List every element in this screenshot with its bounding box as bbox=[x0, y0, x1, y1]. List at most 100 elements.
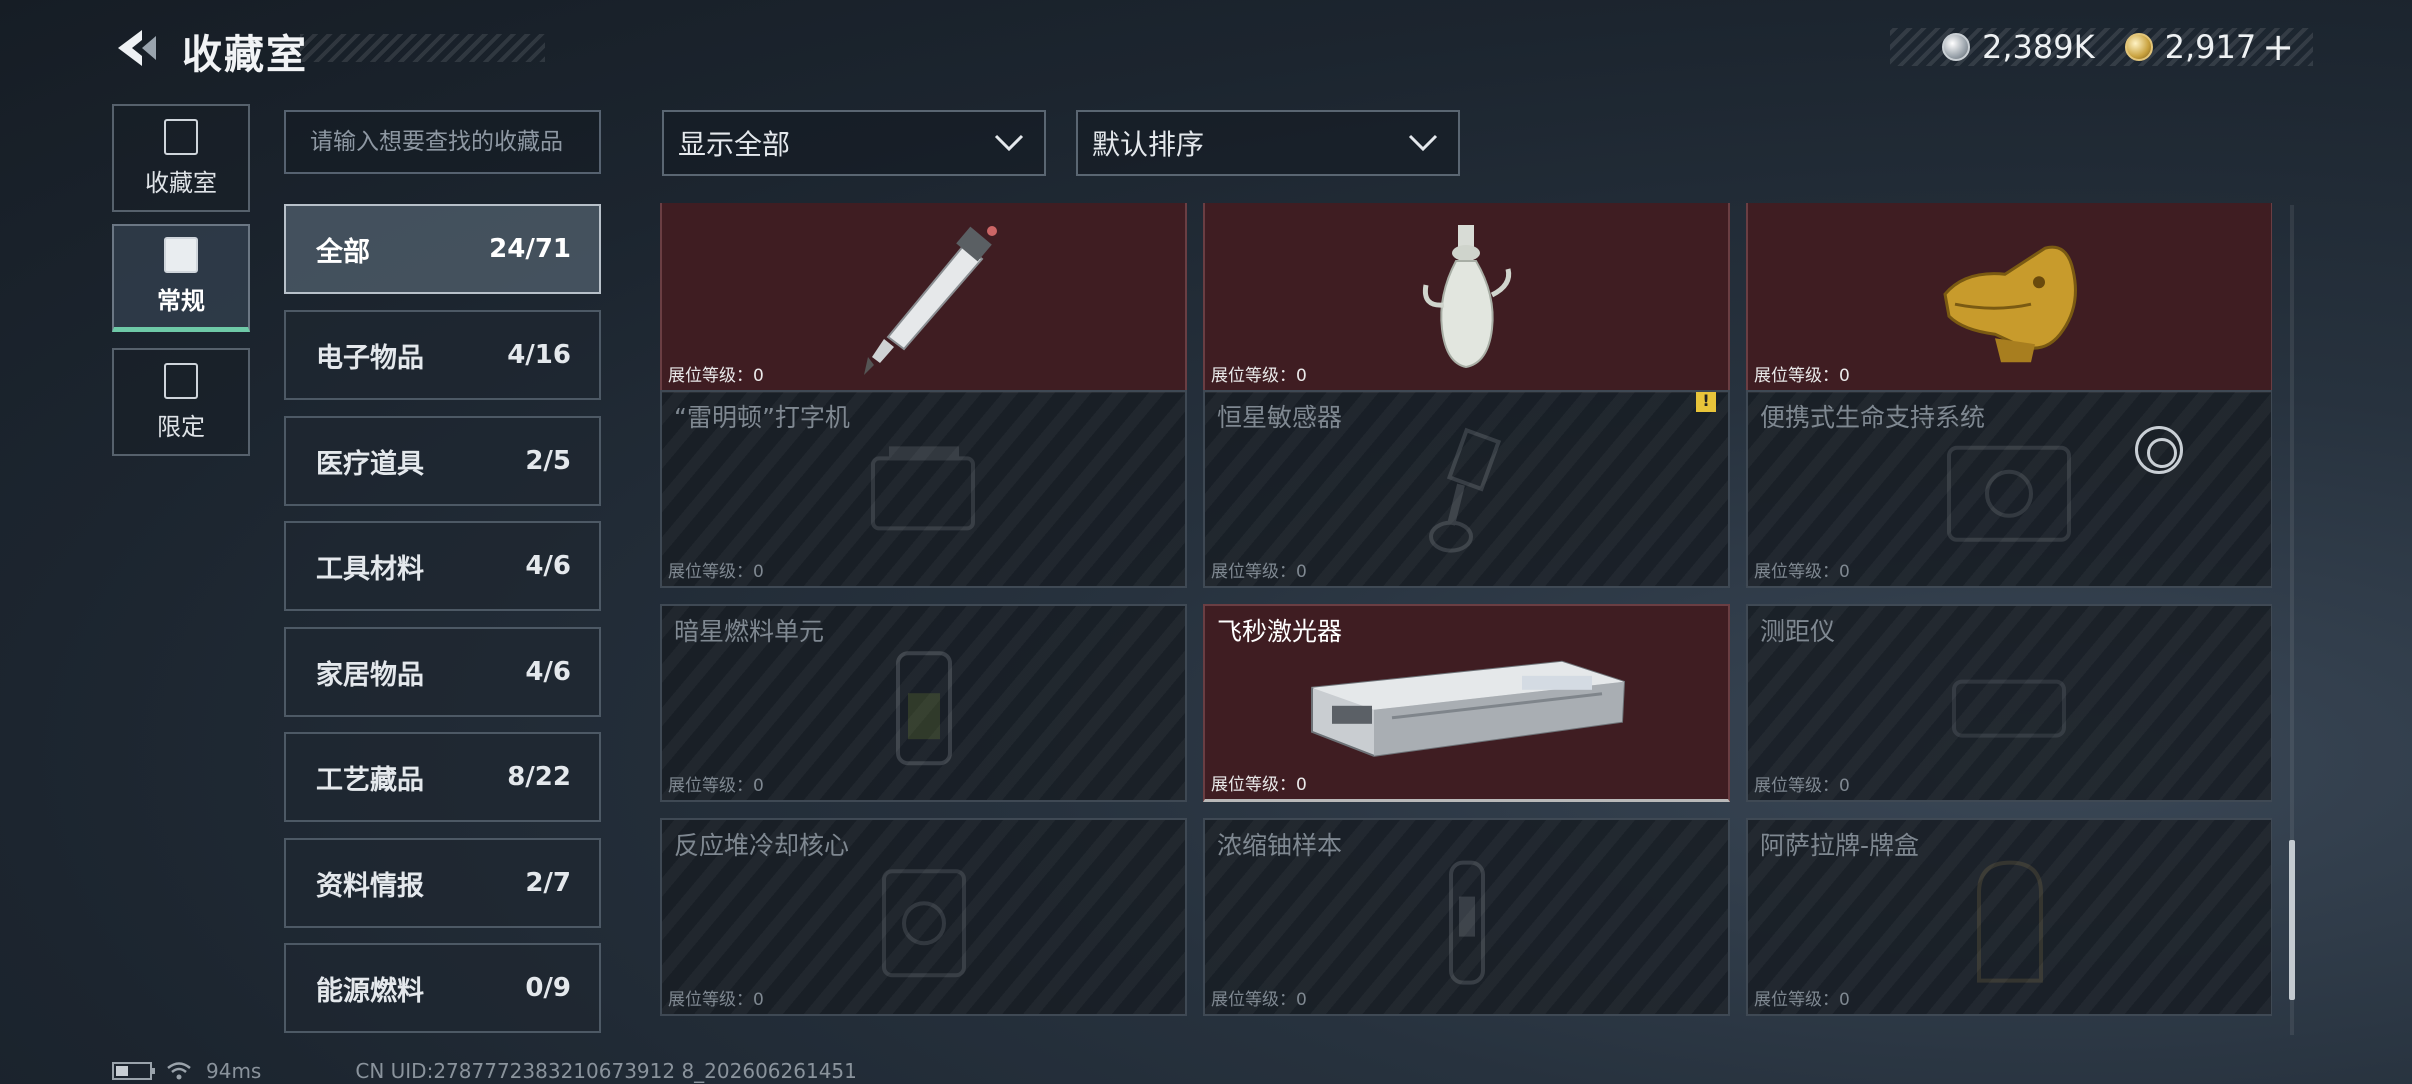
knife-icon bbox=[863, 225, 997, 375]
collection-card[interactable]: 测距仪 展位等级：0 bbox=[1746, 604, 2272, 802]
silver-coin-icon bbox=[1942, 33, 1970, 61]
item-name: 便携式生命支持系统 bbox=[1760, 403, 1986, 432]
category-count: 0/9 bbox=[525, 973, 571, 1003]
filter-dropdown[interactable]: 显示全部 bbox=[662, 110, 1046, 176]
display-level: 展位等级：0 bbox=[1211, 990, 1307, 1010]
item-name: 阿萨拉牌-牌盒 bbox=[1760, 831, 1920, 860]
gold-coin-amount: 2,917 bbox=[2164, 28, 2257, 66]
sort-value: 默认排序 bbox=[1092, 128, 1205, 161]
scrollbar-thumb[interactable] bbox=[2289, 840, 2295, 1000]
category-count: 2/5 bbox=[525, 446, 571, 476]
display-level: 展位等级：0 bbox=[668, 990, 764, 1010]
nav-label: 收藏室 bbox=[145, 168, 217, 197]
category-medical[interactable]: 医疗道具 2/5 bbox=[284, 416, 601, 506]
category-label: 工具材料 bbox=[316, 553, 424, 585]
display-level: 展位等级：0 bbox=[668, 562, 764, 582]
femtosecond-laser-icon bbox=[1310, 660, 1625, 757]
display-level: 展位等级：0 bbox=[1754, 366, 1850, 386]
collection-card[interactable]: “雷明顿”打字机 展位等级：0 bbox=[660, 390, 1187, 588]
item-name: 暗星燃料单元 bbox=[674, 617, 825, 646]
life-support-icon bbox=[1946, 445, 2071, 542]
category-household[interactable]: 家居物品 4/6 bbox=[284, 627, 601, 717]
category-energy[interactable]: 能源燃料 0/9 bbox=[284, 943, 601, 1033]
item-name: “雷明顿”打字机 bbox=[674, 403, 850, 432]
card-box-icon bbox=[1976, 860, 2043, 983]
category-all[interactable]: 全部 24/71 bbox=[284, 204, 601, 294]
nav-label: 常规 bbox=[157, 287, 205, 315]
item-name: 浓缩铀样本 bbox=[1217, 831, 1343, 860]
item-name: 飞秒激光器 bbox=[1217, 617, 1343, 646]
target-ring-icon[interactable] bbox=[2135, 426, 2183, 474]
collection-card[interactable]: 暗星燃料单元 展位等级：0 bbox=[660, 604, 1187, 802]
chevron-down-icon bbox=[1408, 134, 1438, 152]
fuel-cell-icon bbox=[895, 651, 952, 766]
add-currency-button[interactable]: + bbox=[2262, 25, 2294, 69]
collection-card[interactable]: 飞秒激光器 展位等级：0 bbox=[1203, 604, 1730, 802]
limited-icon bbox=[164, 362, 198, 399]
category-count: 4/6 bbox=[525, 657, 571, 687]
display-level: 展位等级：0 bbox=[668, 366, 764, 386]
wifi-icon bbox=[167, 1062, 191, 1080]
category-label: 能源燃料 bbox=[316, 975, 424, 1007]
silver-coin-amount: 2,389K bbox=[1982, 28, 2095, 66]
display-level: 展位等级：0 bbox=[668, 776, 764, 796]
collection-card[interactable]: 浓缩铀样本 展位等级：0 bbox=[1203, 818, 1730, 1016]
rangefinder-icon bbox=[1951, 679, 2066, 738]
title-decoration bbox=[300, 34, 545, 62]
ping-text: 94ms bbox=[206, 1059, 262, 1083]
regular-icon bbox=[164, 237, 198, 273]
vase-icon bbox=[1422, 224, 1511, 368]
category-count: 8/22 bbox=[507, 762, 571, 792]
currency-bar: 2,389K 2,917 + bbox=[1890, 25, 2313, 69]
display-level: 展位等级：0 bbox=[1754, 990, 1850, 1010]
category-tools[interactable]: 工具材料 4/6 bbox=[284, 521, 601, 611]
collection-grid: 展位等级：0 展位等级：0 展位等级：0 “雷明顿”打字机 展位等级：0 恒星敏… bbox=[660, 203, 2272, 1041]
category-label: 资料情报 bbox=[316, 870, 424, 902]
back-arrow-icon[interactable] bbox=[112, 24, 160, 72]
category-intel[interactable]: 资料情报 2/7 bbox=[284, 838, 601, 928]
battery-icon bbox=[112, 1062, 155, 1080]
category-label: 家居物品 bbox=[316, 659, 424, 691]
category-label: 全部 bbox=[316, 236, 370, 268]
uranium-sample-icon bbox=[1448, 860, 1485, 985]
chevron-down-icon bbox=[994, 134, 1024, 152]
nav-collection-room[interactable]: 收藏室 bbox=[112, 104, 250, 212]
uid-text: CN UID:2787772383210673912 8_20260626145… bbox=[355, 1059, 857, 1083]
status-bar: 94ms CN UID:2787772383210673912 8_202606… bbox=[112, 1058, 857, 1084]
category-count: 4/16 bbox=[507, 340, 571, 370]
category-count: 4/6 bbox=[525, 551, 571, 581]
category-count: 2/7 bbox=[525, 868, 571, 898]
nav-label: 限定 bbox=[157, 412, 205, 441]
category-label: 电子物品 bbox=[316, 342, 424, 374]
item-name: 测距仪 bbox=[1760, 617, 1836, 646]
display-level: 展位等级：0 bbox=[1754, 776, 1850, 796]
collection-card[interactable]: 反应堆冷却核心 展位等级：0 bbox=[660, 818, 1187, 1016]
filter-value: 显示全部 bbox=[678, 128, 791, 161]
display-level: 展位等级：0 bbox=[1211, 366, 1307, 386]
category-label: 工艺藏品 bbox=[316, 764, 424, 796]
nav-regular[interactable]: 常规 bbox=[112, 224, 250, 332]
star-sensor-icon bbox=[1428, 427, 1501, 553]
collection-card[interactable]: 展位等级：0 bbox=[660, 203, 1187, 393]
typewriter-icon bbox=[870, 446, 975, 531]
item-name: 恒星敏感器 bbox=[1217, 403, 1343, 432]
reactor-core-icon bbox=[881, 869, 966, 978]
warning-badge-icon: ! bbox=[1696, 392, 1716, 412]
collection-room-icon bbox=[164, 118, 198, 155]
golden-head-icon bbox=[1942, 245, 2077, 362]
nav-limited[interactable]: 限定 bbox=[112, 348, 250, 456]
category-electronics[interactable]: 电子物品 4/16 bbox=[284, 310, 601, 400]
display-level: 展位等级：0 bbox=[1211, 562, 1307, 582]
collection-card[interactable]: 展位等级：0 bbox=[1203, 203, 1730, 393]
collection-card[interactable]: 恒星敏感器 ! 展位等级：0 bbox=[1203, 390, 1730, 588]
collection-card[interactable]: 便携式生命支持系统 展位等级：0 bbox=[1746, 390, 2272, 588]
category-count: 24/71 bbox=[489, 234, 571, 264]
sort-dropdown[interactable]: 默认排序 bbox=[1076, 110, 1460, 176]
display-level: 展位等级：0 bbox=[1211, 775, 1307, 795]
search-input[interactable] bbox=[284, 110, 601, 174]
collection-card[interactable]: 展位等级：0 bbox=[1746, 203, 2272, 393]
category-label: 医疗道具 bbox=[316, 448, 424, 480]
category-crafts[interactable]: 工艺藏品 8/22 bbox=[284, 732, 601, 822]
page-title: 收藏室 bbox=[182, 32, 308, 78]
collection-card[interactable]: 阿萨拉牌-牌盒 展位等级：0 bbox=[1746, 818, 2272, 1016]
